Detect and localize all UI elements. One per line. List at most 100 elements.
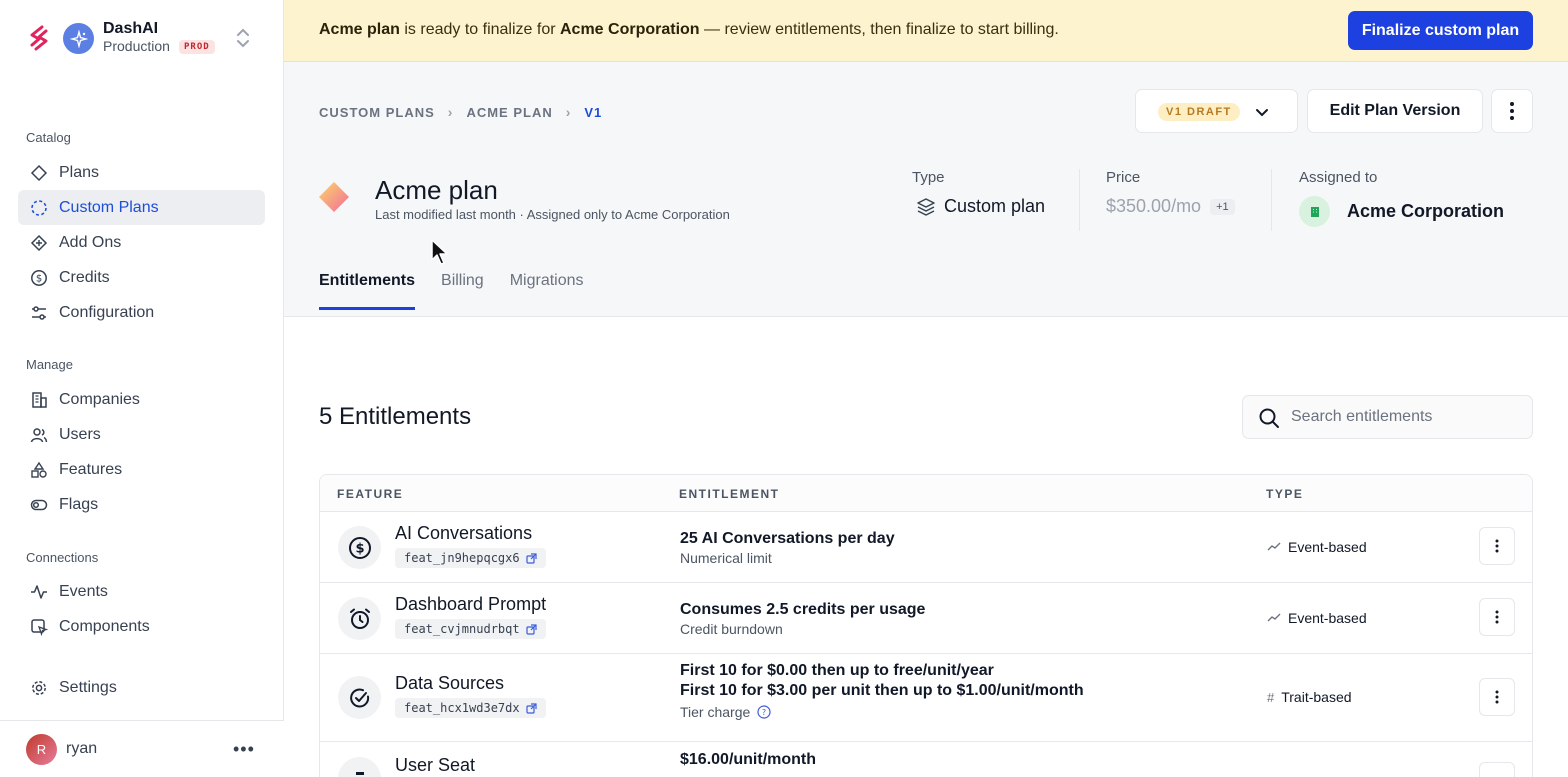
sidebar-item-label: Components <box>59 617 150 635</box>
entitlements-panel: 5 Entitlements FEATURE ENTITLEMENT TYPE … <box>284 317 1568 777</box>
breadcrumb-custom-plans[interactable]: CUSTOM PLANS <box>319 105 435 120</box>
breadcrumb: CUSTOM PLANS › ACME PLAN › V1 <box>319 104 602 120</box>
tab-entitlements[interactable]: Entitlements <box>319 272 416 310</box>
sliders-icon <box>30 304 48 322</box>
sidebar-item-label: Events <box>59 582 108 600</box>
banner-company: Acme Corporation <box>560 21 700 38</box>
version-select[interactable]: V1 DRAFT <box>1135 89 1298 133</box>
entitlements-table: FEATURE ENTITLEMENT TYPE $ AI Conversati… <box>319 474 1533 777</box>
finalize-plan-button[interactable]: Finalize custom plan <box>1348 11 1533 50</box>
entitlement-kind: Tier charge? <box>680 704 771 720</box>
more-vertical-icon <box>1495 539 1499 553</box>
sidebar-item-add-ons[interactable]: Add Ons <box>18 225 265 260</box>
more-vertical-icon <box>1495 610 1499 624</box>
trend-icon <box>1267 613 1281 622</box>
row-more-button[interactable] <box>1479 598 1515 636</box>
sidebar-item-label: Plans <box>59 163 100 181</box>
mouse-cursor-icon <box>431 239 448 265</box>
trend-icon <box>1267 542 1281 551</box>
tab-migrations[interactable]: Migrations <box>510 272 584 310</box>
users-icon <box>30 426 48 444</box>
hash-icon: # <box>1267 689 1275 705</box>
row-more-button[interactable] <box>1479 678 1515 716</box>
feature-id[interactable]: feat_cvjmnudrbqt <box>395 619 546 639</box>
entitlement-summary: Consumes 2.5 credits per usage <box>680 601 926 618</box>
sidebar-item-settings[interactable]: Settings <box>18 670 265 705</box>
org-name: DashAI <box>103 20 159 37</box>
feature-id-text: feat_jn9hepqcgx6 <box>404 551 520 565</box>
banner-text-2: — review entitlements, then finalize to … <box>699 21 1059 38</box>
table-row[interactable]: Dashboard Prompt feat_cvjmnudrbqt Consum… <box>320 583 1532 654</box>
row-more-button[interactable] <box>1479 527 1515 565</box>
column-entitlement: ENTITLEMENT <box>679 487 780 501</box>
entitlement-kind: Numerical limit <box>680 550 772 566</box>
table-row[interactable]: $ AI Conversations feat_jn9hepqcgx6 25 A… <box>320 512 1532 583</box>
feature-id[interactable]: feat_hcx1wd3e7dx <box>395 698 546 718</box>
entitlements-count: 5 Entitlements <box>319 403 472 430</box>
sidebar-item-credits[interactable]: $ Credits <box>18 260 265 295</box>
entitlement-type: Event-based <box>1267 539 1367 555</box>
component-icon <box>30 618 48 636</box>
banner-text-1: is ready to finalize for <box>399 21 560 38</box>
sidebar-item-events[interactable]: Events <box>18 574 265 609</box>
table-row[interactable]: User Seat $16.00/unit/month <box>320 742 1532 777</box>
entitlement-kind: Credit burndown <box>680 621 783 637</box>
entitlement-summary: 25 AI Conversations per day <box>680 530 895 547</box>
activity-icon <box>30 583 48 601</box>
feature-id-text: feat_cvjmnudrbqt <box>404 622 520 636</box>
tab-billing[interactable]: Billing <box>441 272 484 310</box>
sidebar-item-label: Custom Plans <box>59 198 159 216</box>
feature-name: AI Conversations <box>395 523 533 543</box>
row-more-button[interactable] <box>1479 762 1515 777</box>
sidebar-item-label: Add Ons <box>59 233 122 251</box>
sidebar-item-features[interactable]: Features <box>18 452 265 487</box>
entitlement-kind-text: Tier charge <box>680 704 751 720</box>
entitlement-type-text: Event-based <box>1288 610 1367 626</box>
plan-price-row: $350.00/mo +1 <box>1106 196 1271 217</box>
plan-more-button[interactable] <box>1491 89 1533 133</box>
sidebar-item-label: Configuration <box>59 303 155 321</box>
plan-type-row: Custom plan <box>912 196 1079 217</box>
sidebar-item-configuration[interactable]: Configuration <box>18 295 265 330</box>
user-avatar: R <box>26 734 57 765</box>
search-input[interactable] <box>1291 408 1521 426</box>
price-extra-badge[interactable]: +1 <box>1210 198 1235 215</box>
feature-id-text: feat_hcx1wd3e7dx <box>404 701 520 715</box>
user-menu[interactable]: R ryan ••• <box>0 720 284 777</box>
sidebar-item-label: Settings <box>59 678 117 696</box>
sidebar-item-custom-plans[interactable]: Custom Plans <box>18 190 265 225</box>
entitlement-summary: $16.00/unit/month <box>680 751 817 768</box>
breadcrumb-acme-plan[interactable]: ACME PLAN <box>466 105 552 120</box>
sidebar-item-companies[interactable]: Companies <box>18 382 265 417</box>
sidebar-item-plans[interactable]: Plans <box>18 155 265 190</box>
table-row[interactable]: Data Sources feat_hcx1wd3e7dx First 10 f… <box>320 654 1532 742</box>
plan-assigned-row[interactable]: Acme Corporation <box>1299 196 1533 227</box>
help-circle-icon[interactable]: ? <box>757 705 771 719</box>
building-icon <box>1310 206 1319 217</box>
column-type: TYPE <box>1266 487 1304 501</box>
diamond-plus-icon <box>30 234 48 252</box>
plan-type-value: Custom plan <box>944 196 1046 216</box>
org-switcher[interactable]: DashAI Production PROD <box>0 0 284 76</box>
app-logo-icon <box>30 25 48 51</box>
org-environment: Production <box>103 38 170 54</box>
entitlement-tier-2: First 10 for $3.00 per unit then up to $… <box>680 682 1084 699</box>
chevron-down-icon <box>1256 109 1268 117</box>
sidebar-item-components[interactable]: Components <box>18 609 265 644</box>
more-vertical-icon <box>1510 102 1514 120</box>
entitlement-search[interactable] <box>1242 395 1533 439</box>
feature-id[interactable]: feat_jn9hepqcgx6 <box>395 548 546 568</box>
sidebar-item-label: Credits <box>59 268 110 286</box>
sidebar-item-flags[interactable]: Flags <box>18 487 265 522</box>
plan-type-label: Type <box>912 169 945 186</box>
feature-name: User Seat <box>395 755 476 775</box>
layers-icon <box>917 197 935 216</box>
feature-name: Data Sources <box>395 673 505 693</box>
more-horizontal-icon[interactable]: ••• <box>233 739 255 760</box>
svg-text:$: $ <box>355 541 364 556</box>
sidebar-item-users[interactable]: Users <box>18 417 265 452</box>
nav-section-connections: Connections <box>26 550 99 565</box>
building-icon <box>30 391 48 409</box>
edit-plan-version-button[interactable]: Edit Plan Version <box>1307 89 1483 133</box>
plan-type: Type Custom plan <box>912 169 1079 231</box>
